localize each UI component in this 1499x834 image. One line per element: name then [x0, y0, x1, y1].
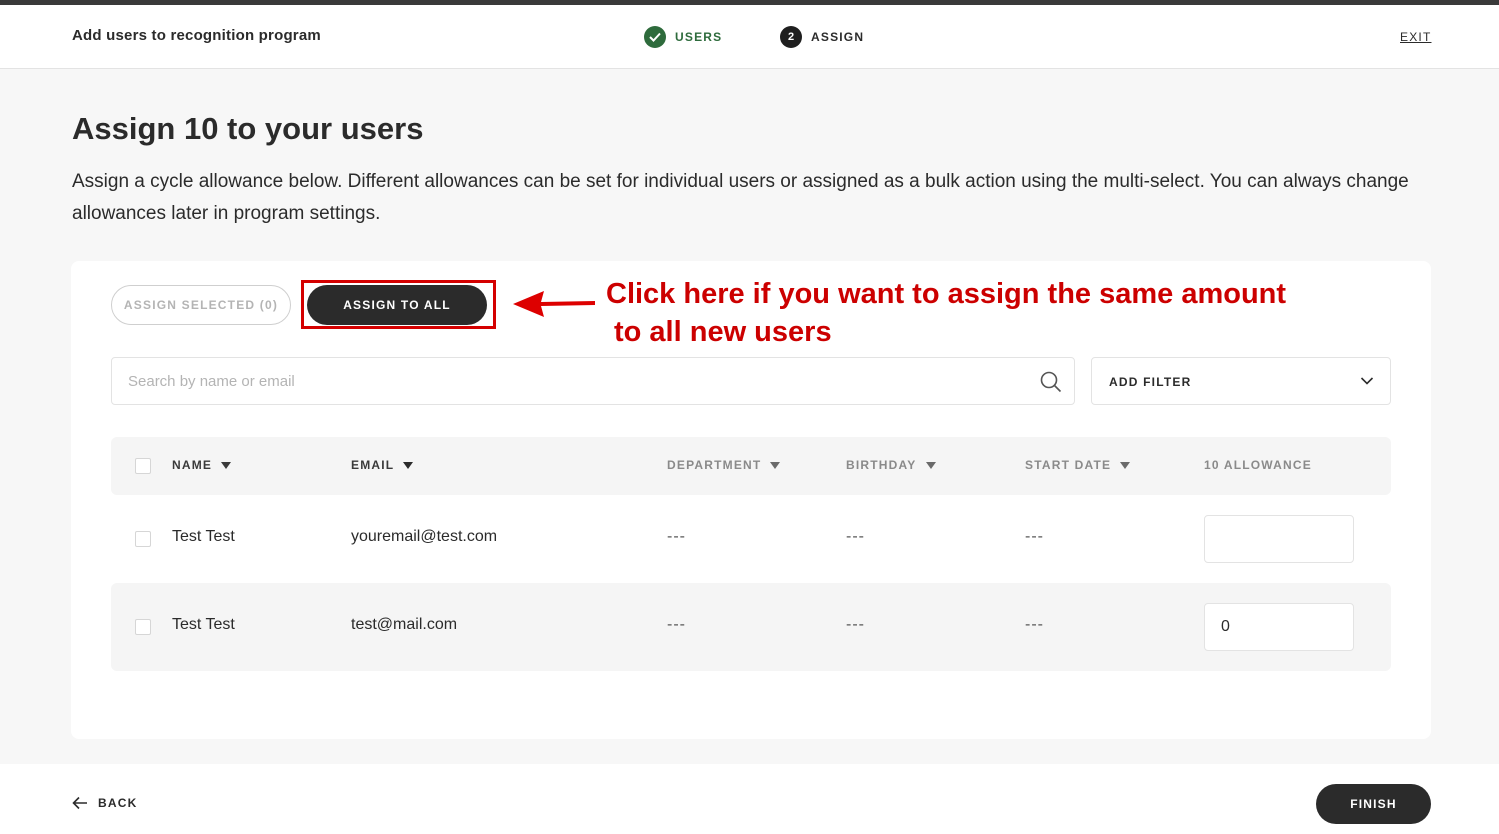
arrow-left-icon: [72, 796, 87, 810]
select-all-checkbox[interactable]: [135, 458, 151, 474]
chevron-down-icon: [1360, 377, 1374, 385]
annotation-text: Click here if you want to assign the sam…: [606, 275, 1326, 351]
assign-to-all-button[interactable]: ASSIGN TO ALL: [307, 285, 487, 325]
cell-birthday: ---: [846, 528, 865, 545]
assign-selected-button[interactable]: ASSIGN SELECTED (0): [111, 285, 291, 325]
wizard-footer: BACK FINISH: [0, 764, 1499, 834]
table-row: Test Test youremail@test.com --- --- ---: [111, 495, 1391, 583]
column-header-email-label: EMAIL: [351, 458, 395, 472]
annotation-line-2: to all new users: [614, 316, 832, 348]
check-icon: [644, 26, 666, 48]
assign-card: ASSIGN SELECTED (0) ASSIGN TO ALL Click …: [71, 261, 1431, 739]
cell-name: Test Test: [172, 528, 235, 545]
finish-button[interactable]: FINISH: [1316, 784, 1431, 824]
allowance-input[interactable]: [1204, 603, 1354, 651]
table-row: Test Test test@mail.com --- --- ---: [111, 583, 1391, 671]
sort-down-icon: [925, 461, 936, 469]
sort-down-icon: [403, 461, 414, 469]
add-filter-label: ADD FILTER: [1109, 375, 1192, 389]
cell-start-date: ---: [1025, 616, 1044, 633]
column-header-department[interactable]: DEPARTMENT: [667, 458, 781, 472]
column-header-start-date-label: START DATE: [1025, 458, 1112, 472]
step-users[interactable]: USERS: [644, 26, 722, 48]
annotation-arrow-icon: [513, 291, 595, 317]
row-checkbox[interactable]: [135, 619, 151, 635]
column-header-email[interactable]: EMAIL: [351, 458, 414, 472]
column-header-start-date[interactable]: START DATE: [1025, 458, 1131, 472]
sort-down-icon: [221, 461, 232, 469]
column-header-birthday-label: BIRTHDAY: [846, 458, 917, 472]
search-icon[interactable]: [1040, 371, 1062, 393]
column-header-allowance-label: 10 ALLOWANCE: [1204, 458, 1312, 472]
table-header-row: NAME EMAIL DEPARTMENT BIRTHDAY START DAT…: [111, 437, 1391, 495]
search-input[interactable]: [128, 358, 1028, 404]
cell-email: youremail@test.com: [351, 528, 498, 545]
column-header-department-label: DEPARTMENT: [667, 458, 762, 472]
add-filter-dropdown[interactable]: ADD FILTER: [1091, 357, 1391, 405]
cell-name: Test Test: [172, 616, 235, 633]
cell-department: ---: [667, 528, 686, 545]
cell-department: ---: [667, 616, 686, 633]
cell-email: test@mail.com: [351, 616, 458, 633]
wizard-title: Add users to recognition program: [72, 27, 321, 44]
page-title: Assign 10 to your users: [72, 111, 424, 146]
exit-link[interactable]: EXIT: [1400, 30, 1431, 44]
cell-start-date: ---: [1025, 528, 1044, 545]
wizard-header: Add users to recognition program USERS 2…: [0, 5, 1499, 69]
cell-birthday: ---: [846, 616, 865, 633]
column-header-birthday[interactable]: BIRTHDAY: [846, 458, 936, 472]
step-assign[interactable]: 2 ASSIGN: [780, 26, 864, 48]
column-header-allowance: 10 ALLOWANCE: [1204, 458, 1312, 472]
step-assign-label: ASSIGN: [811, 30, 865, 44]
row-checkbox[interactable]: [135, 531, 151, 547]
annotation-line-1: Click here if you want to assign the sam…: [606, 278, 1287, 310]
search-box: [111, 357, 1075, 405]
page-description: Assign a cycle allowance below. Differen…: [72, 171, 1409, 224]
column-header-name[interactable]: NAME: [172, 458, 232, 472]
sort-down-icon: [770, 461, 781, 469]
step-users-label: USERS: [675, 30, 723, 44]
back-label: BACK: [98, 796, 138, 810]
back-button[interactable]: BACK: [72, 796, 137, 810]
step-number-badge: 2: [780, 26, 802, 48]
sort-down-icon: [1120, 461, 1131, 469]
allowance-input[interactable]: [1204, 515, 1354, 563]
column-header-name-label: NAME: [172, 458, 213, 472]
